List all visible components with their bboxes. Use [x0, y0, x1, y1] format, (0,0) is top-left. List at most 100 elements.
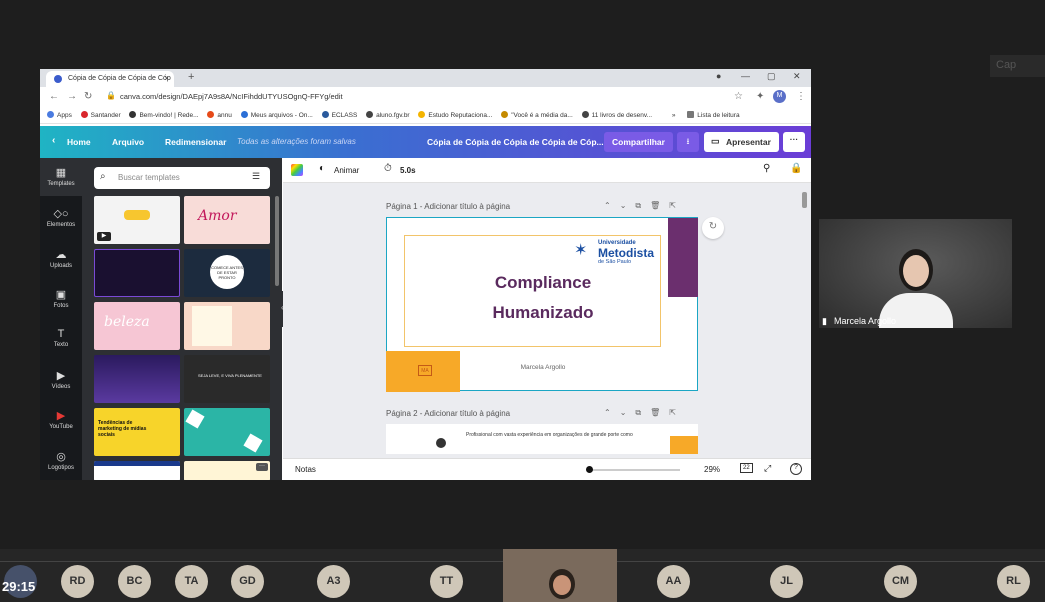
- bookmark-item[interactable]: Bem-vindo! | Rede...: [129, 111, 199, 119]
- more-icon[interactable]: ···: [256, 463, 268, 471]
- video-tile[interactable]: ▮ Marcela Argollo: [819, 219, 1012, 328]
- caption-button[interactable]: Cap: [990, 55, 1045, 77]
- participant-avatar[interactable]: RD: [61, 565, 94, 598]
- template-thumb[interactable]: ···: [184, 461, 270, 480]
- record-icon[interactable]: ●: [716, 71, 721, 81]
- bookmark-item[interactable]: Meus arquivos - On...: [240, 111, 313, 119]
- help-icon[interactable]: ?: [790, 463, 802, 475]
- profile-avatar[interactable]: M: [773, 90, 786, 103]
- more-options-button[interactable]: ···: [783, 132, 805, 152]
- participant-avatar[interactable]: TT: [430, 565, 463, 598]
- bookmark-item[interactable]: ECLASS: [321, 111, 357, 119]
- reading-list[interactable]: Lista de leitura: [687, 111, 740, 119]
- browser-tab[interactable]: Cópia de Cópia de Cópia de Cóp ×: [46, 71, 174, 87]
- paint-format-icon[interactable]: ⚲: [763, 163, 770, 174]
- page-1-actions[interactable]: ⌃⌄⧉🗑⇱: [604, 201, 685, 211]
- home-link[interactable]: Home: [67, 137, 91, 147]
- template-thumb[interactable]: [184, 408, 270, 456]
- lock-icon[interactable]: 🔒: [790, 163, 802, 174]
- participant-avatar[interactable]: TA: [175, 565, 208, 598]
- play-icon: ▶: [97, 232, 111, 241]
- duration-button[interactable]: 5.0s: [400, 166, 416, 175]
- more-bookmarks-icon[interactable]: »: [672, 112, 676, 119]
- rail-elements[interactable]: ◇○ Elementos: [40, 207, 82, 228]
- participant-avatar[interactable]: CM: [884, 565, 917, 598]
- url-field[interactable]: canva.com/design/DAEpj7A9s8A/NcIFihddUTY…: [112, 90, 732, 104]
- template-thumb[interactable]: [94, 249, 180, 297]
- template-search-input[interactable]: Buscar templates: [94, 167, 270, 189]
- resize-menu[interactable]: Redimensionar: [165, 137, 226, 147]
- participant-avatar[interactable]: JL: [770, 565, 803, 598]
- bookmark-item[interactable]: "Você é a média da...: [501, 111, 573, 119]
- rail-logos[interactable]: ◎ Logotipos: [40, 450, 82, 471]
- template-thumb[interactable]: Tendências de marketing de mídias sociai…: [94, 408, 180, 456]
- forward-icon[interactable]: →: [67, 91, 77, 102]
- close-tab-icon[interactable]: ×: [164, 74, 169, 83]
- fullscreen-icon[interactable]: ⤢: [764, 463, 771, 474]
- refresh-icon[interactable]: ↻: [702, 217, 724, 239]
- download-icon[interactable]: ⭳: [677, 132, 699, 152]
- bookmark-item[interactable]: Santander: [80, 111, 121, 119]
- share-button[interactable]: Compartilhar: [604, 132, 673, 152]
- bookmark-star-icon[interactable]: ☆: [734, 91, 743, 102]
- participant-avatar[interactable]: A3: [317, 565, 350, 598]
- filter-icon[interactable]: ☰: [252, 171, 260, 182]
- slide-page-2[interactable]: Profissional com vasta experiência em or…: [386, 424, 698, 454]
- rail-text[interactable]: T Texto: [40, 328, 82, 348]
- maximize-icon[interactable]: ▢: [767, 71, 776, 82]
- page-1-label[interactable]: Página 1 - Adicionar título à página: [386, 202, 510, 211]
- template-thumb[interactable]: ▶: [94, 196, 180, 244]
- reload-icon[interactable]: ↻: [84, 91, 92, 102]
- animate-button[interactable]: Animar: [334, 166, 359, 175]
- panel-scrollbar[interactable]: [275, 196, 279, 286]
- rail-templates[interactable]: ▦ Templates: [40, 158, 82, 196]
- template-thumb[interactable]: [184, 302, 270, 350]
- template-thumb[interactable]: Amor: [184, 196, 270, 244]
- rail-label: Vídeos: [51, 384, 71, 390]
- extensions-icon[interactable]: ✦: [756, 91, 764, 102]
- template-thumb[interactable]: COMECE ANTES DE ESTAR PRONTO: [184, 249, 270, 297]
- zoom-level[interactable]: 29%: [704, 465, 720, 474]
- editor-toolbar: ◐ Animar ⏱ 5.0s ⚲ 🔒: [283, 158, 811, 183]
- participant-video-thumb[interactable]: [503, 549, 617, 602]
- page-2-label[interactable]: Página 2 - Adicionar título à página: [386, 409, 510, 418]
- editor-scrollbar[interactable]: [802, 192, 807, 208]
- present-button[interactable]: ▭ Apresentar: [704, 132, 779, 152]
- participant-avatar[interactable]: BC: [118, 565, 151, 598]
- notes-button[interactable]: Notas: [295, 465, 316, 474]
- template-thumb[interactable]: beleza: [94, 302, 180, 350]
- present-label: Apresentar: [726, 137, 771, 147]
- new-tab-button[interactable]: +: [188, 71, 194, 83]
- participant-avatar[interactable]: RL: [997, 565, 1030, 598]
- rail-photos[interactable]: ▣ Fotos: [40, 288, 82, 309]
- file-menu[interactable]: Arquivo: [112, 137, 144, 147]
- bookmark-item[interactable]: Apps: [47, 111, 72, 119]
- close-window-icon[interactable]: ✕: [793, 71, 801, 82]
- browser-menu-icon[interactable]: ⋮: [796, 91, 806, 102]
- rail-videos[interactable]: ▶ Vídeos: [40, 369, 82, 390]
- participant-avatar[interactable]: GD: [231, 565, 264, 598]
- page-2-actions[interactable]: ⌃⌄⧉🗑⇱: [604, 408, 685, 418]
- rail-uploads[interactable]: ☁ Uploads: [40, 248, 82, 269]
- minimize-icon[interactable]: —: [741, 71, 750, 81]
- back-chevron-icon[interactable]: ‹: [52, 135, 55, 146]
- slide-page-1[interactable]: MA ✶ Universidade Metodista de São Paulo…: [386, 217, 698, 392]
- template-thumb[interactable]: [94, 461, 180, 480]
- bookmark-item[interactable]: annu: [207, 111, 232, 119]
- bookmark-item[interactable]: Estudo Reputaciona...: [418, 111, 492, 119]
- color-palette-icon[interactable]: [291, 164, 303, 176]
- page-count-button[interactable]: 22: [740, 463, 753, 473]
- template-thumb[interactable]: SEJA LEVE, E VIVA PLENAMENTE: [184, 355, 270, 403]
- zoom-slider-handle[interactable]: [586, 466, 593, 473]
- zoom-slider[interactable]: [588, 469, 680, 471]
- bookmark-item[interactable]: aluno.fgv.br: [366, 111, 410, 119]
- bookmark-item[interactable]: 11 livros de desenv...: [581, 111, 652, 119]
- back-icon[interactable]: ←: [49, 91, 59, 102]
- document-title[interactable]: Cópia de Cópia de Cópia de Cópia de Cóp.…: [427, 137, 604, 147]
- rail-youtube[interactable]: ▶ YouTube: [40, 409, 82, 430]
- present-icon: ▭: [711, 136, 720, 146]
- slide-title-line-2: Humanizado: [492, 303, 594, 322]
- logos-icon: ◎: [56, 451, 66, 463]
- template-thumb[interactable]: [94, 355, 180, 403]
- participant-avatar[interactable]: AA: [657, 565, 690, 598]
